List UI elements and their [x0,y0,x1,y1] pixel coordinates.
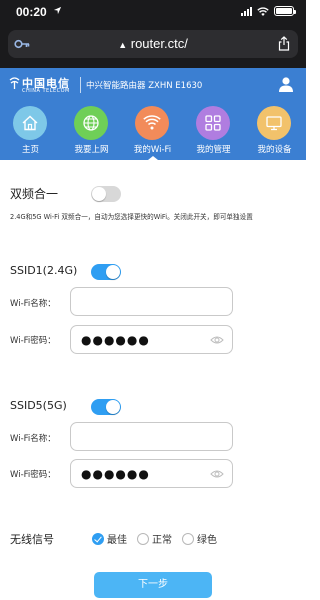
signal-radio-group: 最佳 正常 绿色 [92,531,217,546]
nav-item-my-wifi[interactable]: 我的Wi-Fi [122,102,183,160]
wifi-status-icon [257,6,269,16]
dual-band-label: 双频合一 [10,187,59,201]
toggle-knob [106,265,120,279]
nav-item-devices[interactable]: 我的设备 [244,102,305,160]
nav-item-management[interactable]: 我的管理 [183,102,244,160]
nav-label-home: 主页 [21,145,39,155]
signal-option-label: 正常 [152,535,172,546]
ssid24-label: SSID1(2.4G) [10,264,78,277]
ssid5-toggle[interactable] [91,399,121,415]
signal-option-label: 最佳 [107,535,127,546]
lock-icon: ▲ [118,40,128,50]
globe-icon-badge [74,106,108,140]
main-nav: 主页 我要上网 我的Wi-Fi 我的管理 我的设备 [0,102,306,160]
telecom-mark-icon [9,77,20,89]
status-time: 00:20 [16,5,47,19]
device-icon-badge [257,106,291,140]
radio-unchecked-icon [137,532,149,545]
grid-icon [205,115,221,131]
brand-en: CHINA TELECOM [22,88,70,94]
ssid24-toggle[interactable] [91,264,121,280]
app-header: 中国电信 CHINA TELECOM 中兴智能路由器 ZXHN E1630 [0,68,306,102]
ssid24-name-input[interactable] [70,287,233,316]
radio-checked-icon [92,532,104,545]
signal-option-green[interactable]: 绿色 [182,531,217,546]
ssid5-password-input[interactable]: ●●●●●● [70,459,233,488]
ssid24-password-label: Wi-Fi密码： [10,336,56,346]
battery-icon [274,6,296,16]
nav-label-my-wifi: 我的Wi-Fi [122,143,183,160]
share-icon[interactable] [278,36,290,51]
signal-label: 无线信号 [10,533,54,546]
dual-band-hint: 2.4G和5G Wi-Fi 双频合一，自动为您选择更快的WiFi。关闭此开关，即… [10,213,253,221]
url-value: router.ctc/ [130,36,188,51]
wifi-icon [143,115,161,130]
home-icon-badge [13,106,47,140]
wifi-icon-badge [135,106,169,140]
nav-item-home[interactable]: 主页 [0,102,61,160]
signal-option-label: 绿色 [197,535,217,546]
grid-icon-badge [196,106,230,140]
cellular-signal-icon [241,6,252,16]
device-icon [266,116,282,131]
user-icon[interactable] [278,76,294,92]
browser-chrome: 00:20 ▲ router.ctc/ [0,0,306,68]
nav-item-internet[interactable]: 我要上网 [61,102,122,160]
toggle-knob [92,187,106,201]
nav-label-management: 我的管理 [196,145,231,155]
ssid24-name-label: Wi-Fi名称： [10,299,56,309]
header-divider [80,77,81,93]
ssid5-password-mask: ●●●●●● [81,467,150,481]
ssid24-password-mask: ●●●●●● [81,333,150,347]
location-arrow-icon [53,6,62,18]
nav-label-devices: 我的设备 [257,145,292,155]
ssid5-label: SSID5(5G) [10,399,67,412]
eye-icon[interactable] [210,469,224,479]
eye-icon[interactable] [210,335,224,345]
dual-band-toggle[interactable] [91,186,121,202]
radio-unchecked-icon [182,532,194,545]
status-bar: 00:20 [0,0,306,26]
signal-option-best[interactable]: 最佳 [92,531,127,546]
address-bar[interactable]: ▲ router.ctc/ [8,30,298,58]
ssid5-name-label: Wi-Fi名称： [10,434,56,444]
ssid24-password-input[interactable]: ●●●●●● [70,325,233,354]
url-text: ▲ router.ctc/ [8,36,298,51]
globe-icon [83,115,99,131]
signal-option-normal[interactable]: 正常 [137,531,172,546]
next-step-button[interactable]: 下一步 [94,572,212,598]
router-model: 中兴智能路由器 ZXHN E1630 [86,81,203,91]
nav-label-internet: 我要上网 [74,145,109,155]
ssid5-password-label: Wi-Fi密码： [10,470,56,480]
ssid5-name-input[interactable] [70,422,233,451]
china-telecom-logo: 中国电信 CHINA TELECOM [8,73,78,97]
toggle-knob [106,400,120,414]
home-icon [22,115,38,131]
